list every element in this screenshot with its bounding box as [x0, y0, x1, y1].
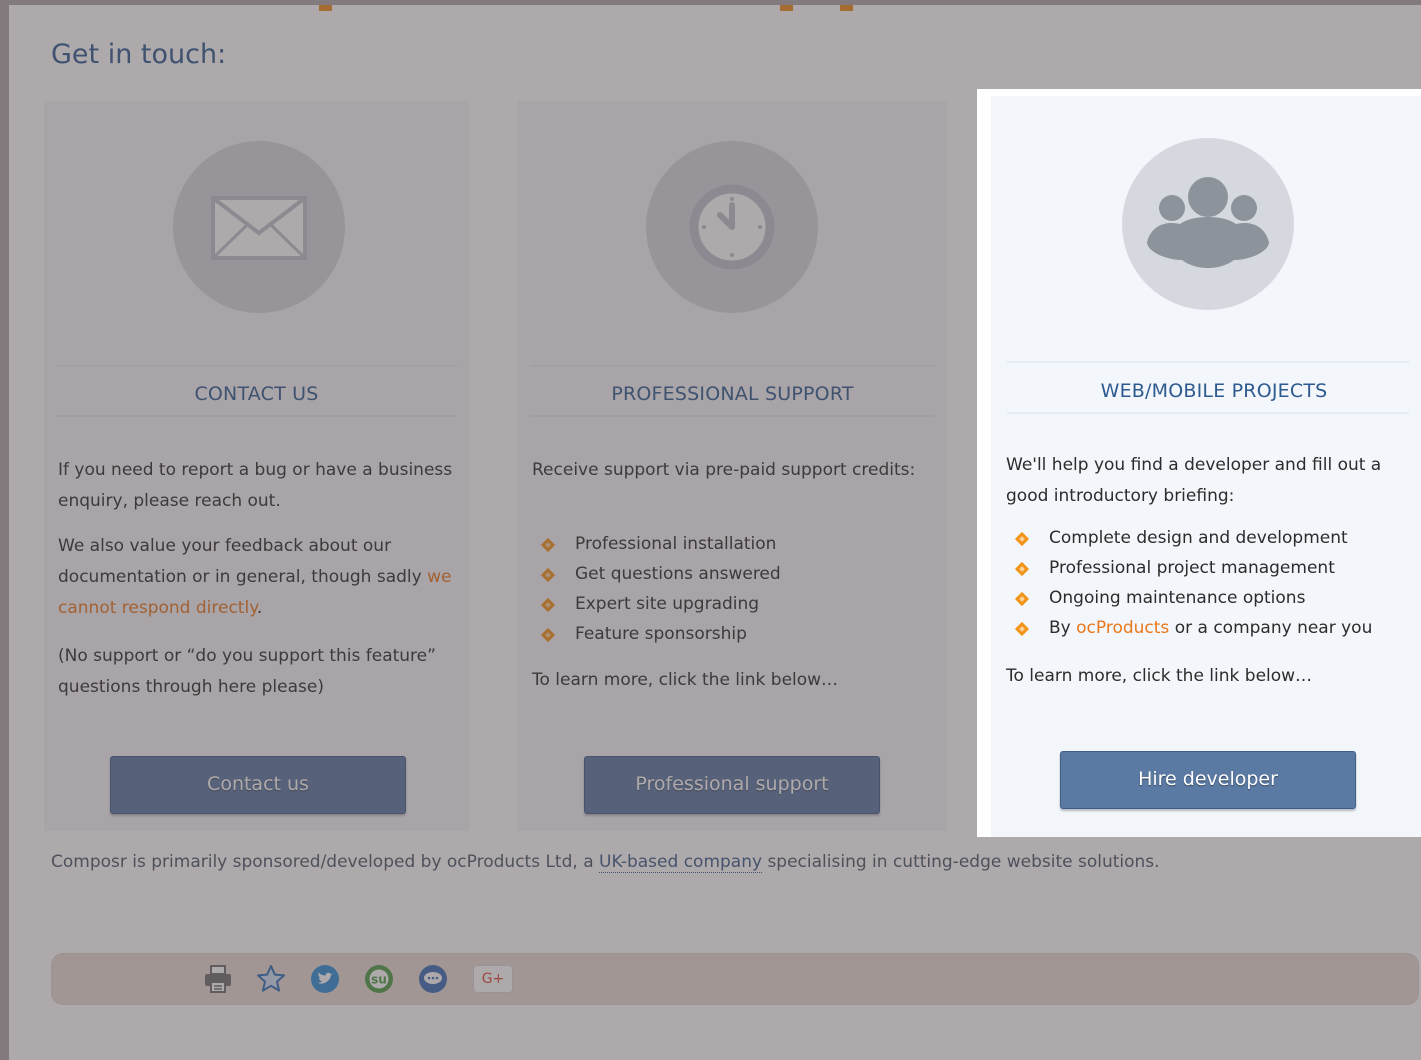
ocproducts-link[interactable]: ocProducts: [1076, 618, 1169, 638]
diamond-bullet-icon: [1015, 562, 1029, 576]
list-item: Complete design and development: [1006, 523, 1420, 553]
list-item: Professional project management: [1006, 553, 1420, 583]
title-divider: [1007, 412, 1409, 414]
bullet-text: Professional project management: [1049, 558, 1335, 578]
list-item: Ongoing maintenance options: [1006, 583, 1420, 613]
projects-card-body: WEB/MOBILE PROJECTS We'll help you find …: [991, 96, 1421, 837]
bullet-text: Complete design and development: [1049, 528, 1348, 548]
web-mobile-projects-card: WEB/MOBILE PROJECTS We'll help you find …: [977, 89, 1421, 837]
title-divider: [1007, 361, 1409, 363]
diamond-bullet-icon: [1015, 532, 1029, 546]
projects-bullet-list: Complete design and development Professi…: [1006, 523, 1420, 643]
group-icon: [1147, 177, 1269, 268]
projects-learn-more: To learn more, click the link below…: [1006, 666, 1313, 686]
list-item: By ocProducts or a company near you: [1006, 613, 1420, 643]
bullet-suffix: or a company near you: [1169, 618, 1373, 638]
diamond-bullet-icon: [1015, 622, 1029, 636]
bullet-text: Ongoing maintenance options: [1049, 588, 1306, 608]
diamond-bullet-icon: [1015, 592, 1029, 606]
bullet-prefix: By: [1049, 618, 1077, 638]
projects-intro-text: We'll help you find a developer and fill…: [1006, 455, 1382, 506]
projects-icon-circle: [1122, 138, 1294, 310]
hire-developer-button[interactable]: Hire developer: [1060, 751, 1356, 809]
web-mobile-projects-title: WEB/MOBILE PROJECTS: [1100, 380, 1328, 402]
